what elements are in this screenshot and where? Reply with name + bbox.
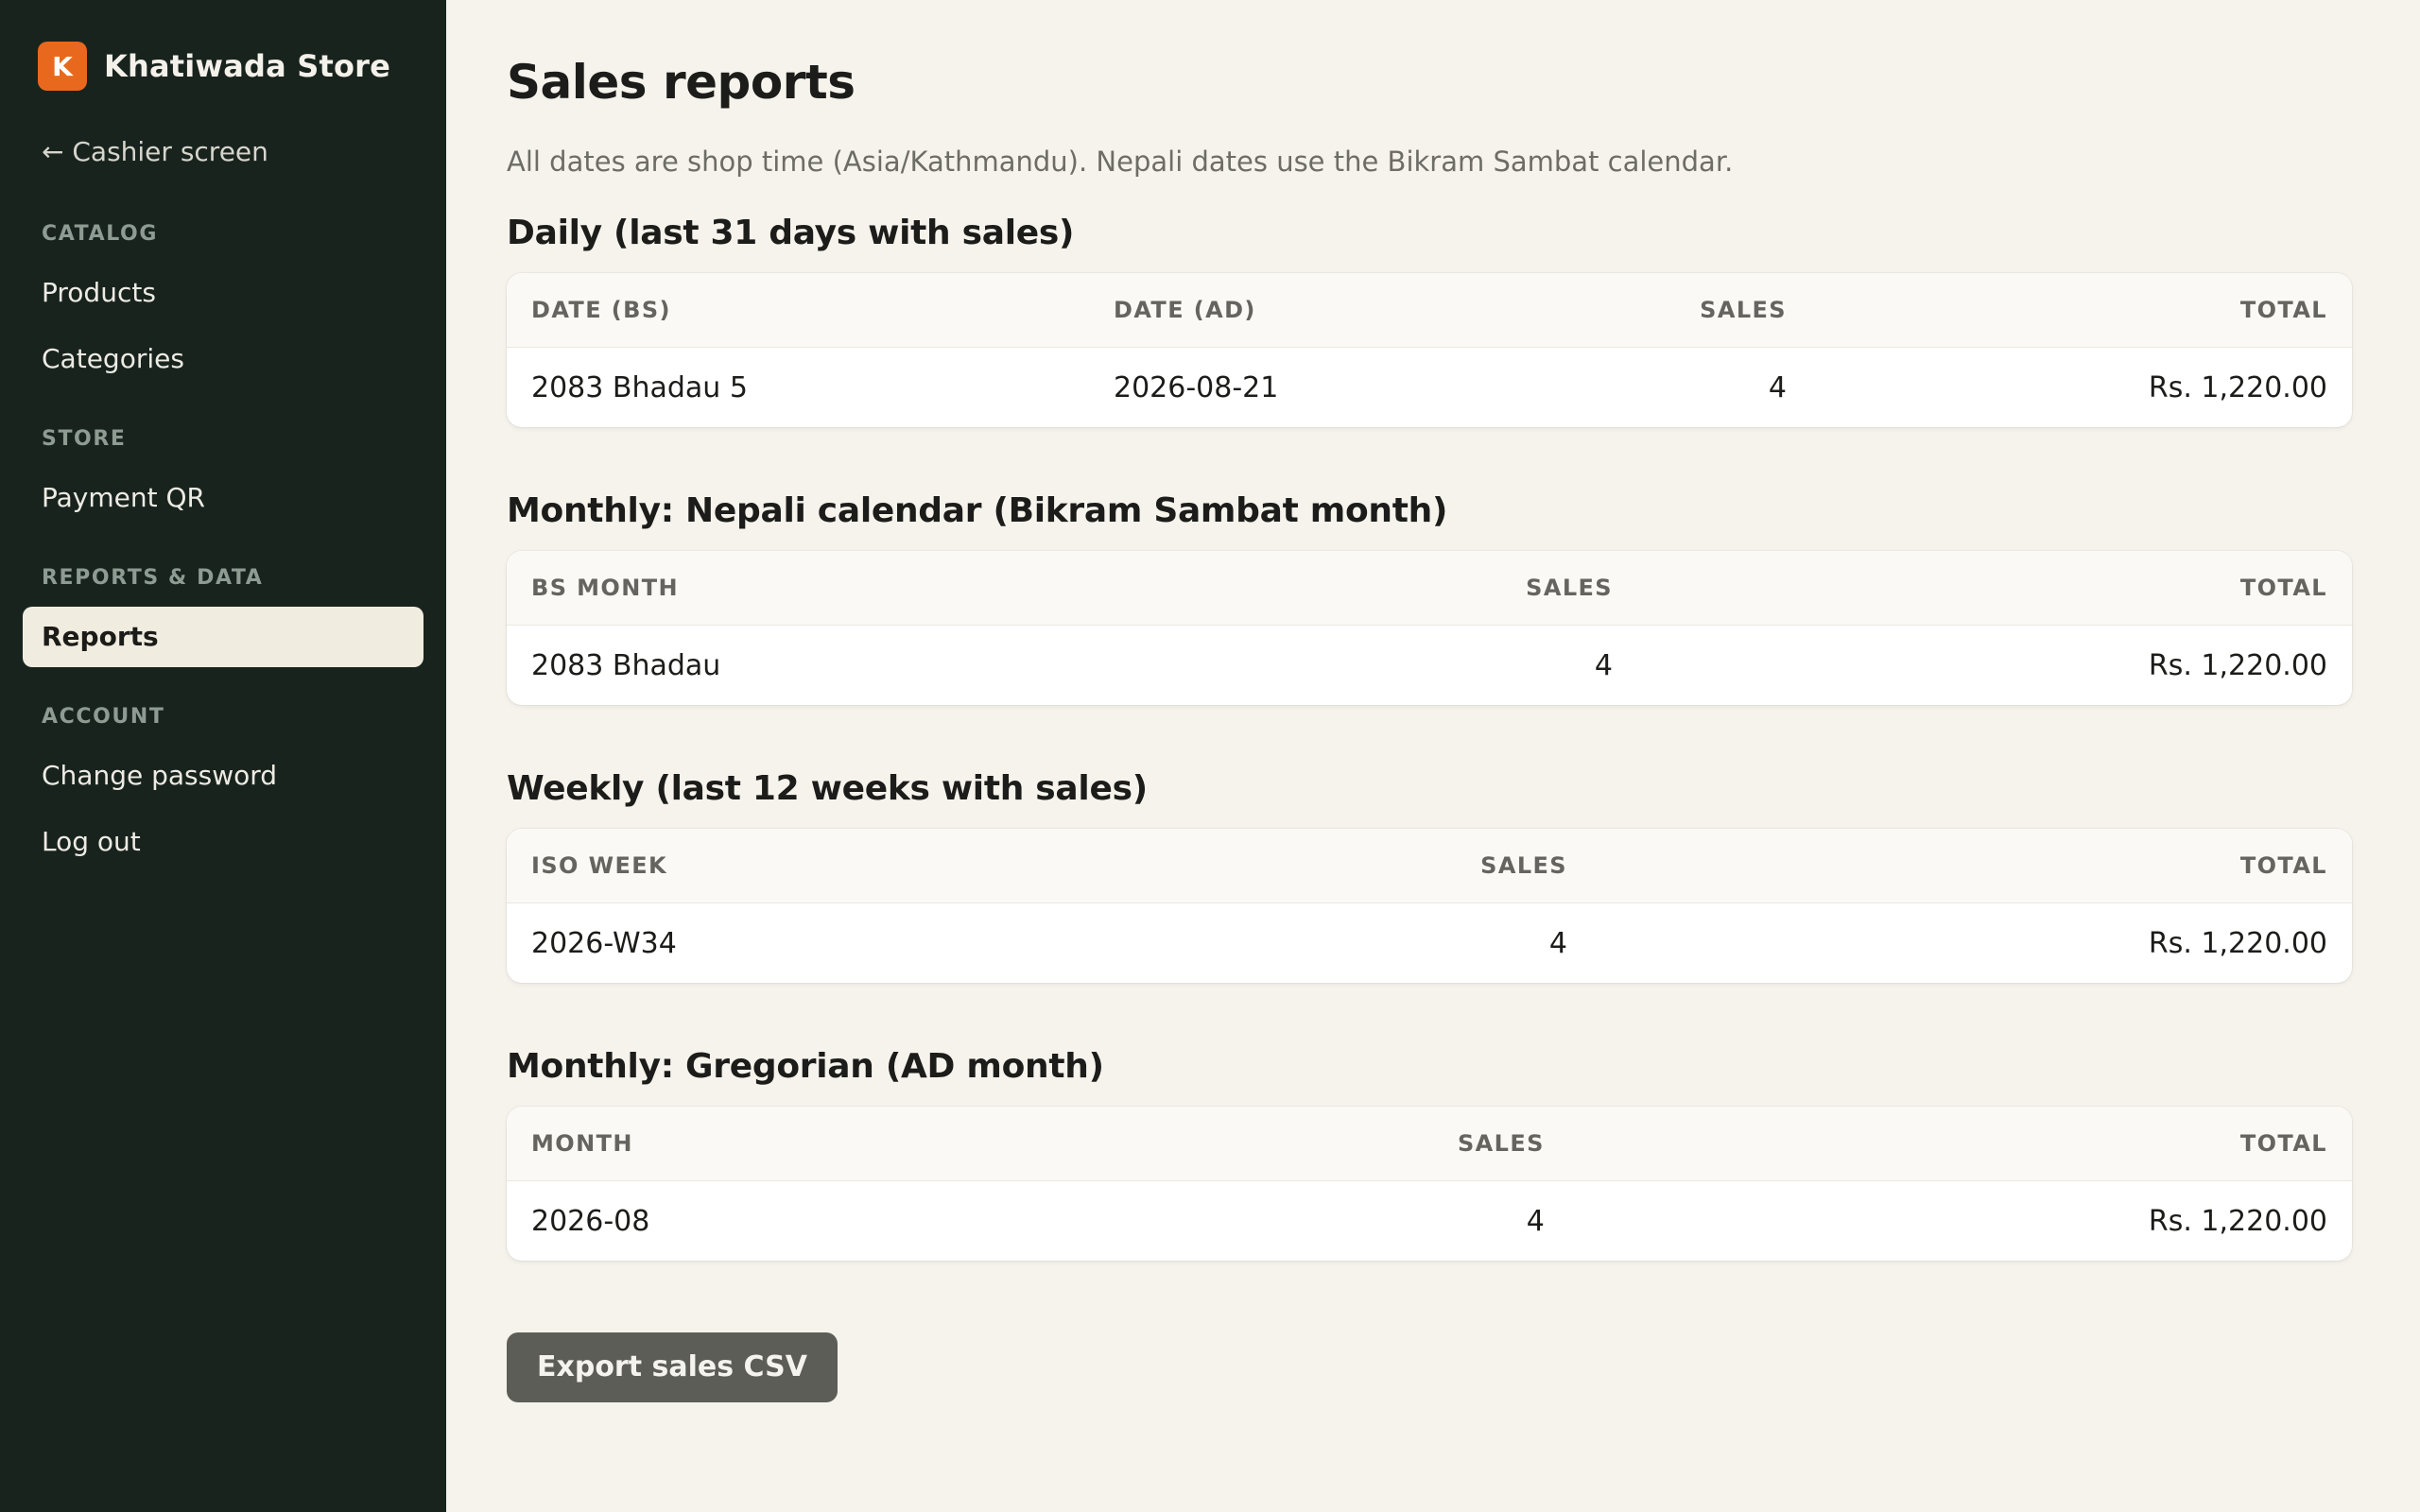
brand[interactable]: K Khatiwada Store	[38, 42, 424, 91]
cell-sales: 4	[1548, 926, 1567, 960]
table-header-row: DATE (BS) DATE (AD) SALES TOTAL	[507, 273, 2352, 348]
column-header-month: MONTH	[507, 1107, 1433, 1181]
weekly-section-title: Weekly (last 12 weeks with sales)	[507, 769, 1148, 808]
cell-date-ad: 2026-08-21	[1114, 370, 1279, 404]
column-header-date-bs: DATE (BS)	[507, 273, 1089, 348]
sidebar-item-products[interactable]: Products	[23, 263, 424, 323]
table-row: 2083 Bhadau 4 Rs. 1,220.00	[507, 626, 2352, 706]
cell-date-bs: 2083 Bhadau 5	[531, 370, 748, 404]
monthly-bs-report-table: BS MONTH SALES TOTAL 2083 Bhadau 4 Rs. 1…	[507, 551, 2352, 705]
sidebar-item-categories[interactable]: Categories	[23, 329, 424, 389]
monthly-ad-report-table: MONTH SALES TOTAL 2026-08 4 Rs. 1,220.00	[507, 1107, 2352, 1261]
column-header-sales: SALES	[1524, 273, 1811, 348]
column-header-total: TOTAL	[1811, 273, 2352, 348]
column-header-total: TOTAL	[1592, 829, 2352, 903]
column-header-sales: SALES	[1433, 551, 1637, 626]
nav-section-reports-data: REPORTS & DATA	[42, 566, 264, 590]
daily-report-table: DATE (BS) DATE (AD) SALES TOTAL 2083 Bha…	[507, 273, 2352, 427]
page-title: Sales reports	[507, 55, 856, 110]
cell-month: 2026-08	[531, 1204, 650, 1238]
table-header-row: MONTH SALES TOTAL	[507, 1107, 2352, 1181]
monthly-ad-section-title: Monthly: Gregorian (AD month)	[507, 1047, 1104, 1086]
column-header-bs-month: BS MONTH	[507, 551, 1433, 626]
sidebar-item-reports[interactable]: Reports	[23, 607, 424, 667]
table-row: 2026-08 4 Rs. 1,220.00	[507, 1181, 2352, 1262]
weekly-report-table: ISO WEEK SALES TOTAL 2026-W34 4 Rs. 1,22…	[507, 829, 2352, 983]
sidebar-item-payment-qr[interactable]: Payment QR	[23, 468, 424, 528]
column-header-date-ad: DATE (AD)	[1089, 273, 1524, 348]
monthly-bs-section-title: Monthly: Nepali calendar (Bikram Sambat …	[507, 491, 1448, 530]
sidebar: K Khatiwada Store ← Cashier screen CATAL…	[0, 0, 446, 1512]
column-header-total: TOTAL	[1568, 1107, 2352, 1181]
store-name: Khatiwada Store	[104, 48, 391, 84]
column-header-sales: SALES	[1433, 1107, 1569, 1181]
table-header-row: ISO WEEK SALES TOTAL	[507, 829, 2352, 903]
cell-sales: 4	[1594, 648, 1613, 682]
nav-section-store: STORE	[42, 427, 127, 451]
column-header-sales: SALES	[1433, 829, 1592, 903]
table-row: 2026-W34 4 Rs. 1,220.00	[507, 903, 2352, 984]
table-header-row: BS MONTH SALES TOTAL	[507, 551, 2352, 626]
daily-section-title: Daily (last 31 days with sales)	[507, 214, 1075, 252]
cell-total: Rs. 1,220.00	[2148, 926, 2327, 960]
cell-bs-month: 2083 Bhadau	[531, 648, 721, 682]
nav-section-catalog: CATALOG	[42, 222, 158, 246]
sidebar-item-log-out[interactable]: Log out	[23, 812, 424, 872]
cashier-screen-link[interactable]: ← Cashier screen	[42, 136, 424, 167]
cell-total: Rs. 1,220.00	[2148, 1204, 2327, 1238]
nav-section-account: ACCOUNT	[42, 705, 165, 729]
main-content: Sales reports All dates are shop time (A…	[446, 0, 2420, 1512]
page-subtitle: All dates are shop time (Asia/Kathmandu)…	[507, 146, 1734, 178]
table-row: 2083 Bhadau 5 2026-08-21 4 Rs. 1,220.00	[507, 348, 2352, 428]
column-header-iso-week: ISO WEEK	[507, 829, 1433, 903]
cell-iso-week: 2026-W34	[531, 926, 677, 960]
column-header-total: TOTAL	[1637, 551, 2352, 626]
cell-sales: 4	[1526, 1204, 1545, 1238]
cell-total: Rs. 1,220.00	[2148, 648, 2327, 682]
cell-sales: 4	[1768, 370, 1787, 404]
sidebar-item-change-password[interactable]: Change password	[23, 746, 424, 806]
store-logo-icon: K	[38, 42, 87, 91]
cell-total: Rs. 1,220.00	[2148, 370, 2327, 404]
export-sales-csv-button[interactable]: Export sales CSV	[507, 1332, 838, 1402]
